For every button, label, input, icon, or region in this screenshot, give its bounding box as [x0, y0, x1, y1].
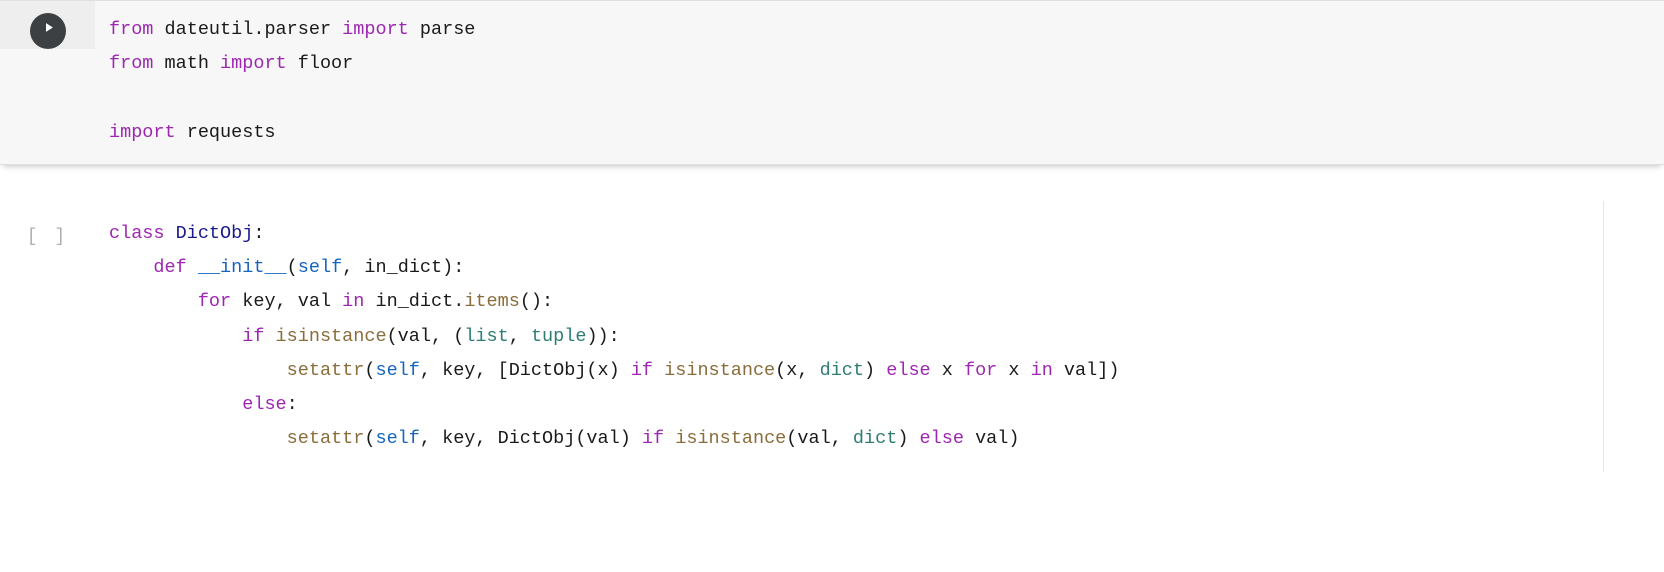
code-token: from	[109, 53, 165, 74]
code-token: :	[287, 394, 298, 415]
code-token: floor	[298, 53, 354, 74]
code-line: setattr(self, key, DictObj(val) if isins…	[109, 422, 1593, 456]
code-line	[109, 81, 1654, 115]
code-token: parser	[264, 19, 342, 40]
code-cell: [ ] class DictObj: def __init__(self, in…	[0, 201, 1664, 473]
code-token: for	[964, 360, 1008, 381]
code-token: )):	[586, 326, 619, 347]
cell-gutter	[0, 1, 95, 49]
code-token: else	[920, 428, 976, 449]
code-token: ,	[509, 326, 531, 347]
code-token: isinstance	[664, 360, 775, 381]
run-cell-button[interactable]	[30, 13, 66, 49]
code-token: from	[109, 19, 165, 40]
code-token: items	[464, 291, 520, 312]
code-line: import requests	[109, 116, 1654, 150]
code-token: (x,	[775, 360, 819, 381]
code-token: setattr	[287, 428, 365, 449]
code-token: :	[253, 223, 264, 244]
code-token: requests	[187, 122, 276, 143]
code-line: setattr(self, key, [DictObj(x) if isinst…	[109, 354, 1593, 388]
code-token: .	[253, 19, 264, 40]
code-line: else:	[109, 388, 1593, 422]
code-token: , key, DictObj(val)	[420, 428, 642, 449]
code-token: dict	[820, 360, 864, 381]
code-token: setattr	[287, 360, 365, 381]
execution-prompt: [ ]	[27, 213, 68, 254]
code-token: )	[897, 428, 919, 449]
code-token: ():	[520, 291, 553, 312]
code-token: self	[375, 428, 419, 449]
code-token: x	[1008, 360, 1030, 381]
code-token: DictObj	[176, 223, 254, 244]
cell-spacer	[0, 165, 1664, 201]
code-token: in	[342, 291, 375, 312]
notebook: from dateutil.parser import parsefrom ma…	[0, 0, 1664, 472]
code-token	[109, 326, 242, 347]
code-token: list	[464, 326, 508, 347]
code-token: dateutil	[165, 19, 254, 40]
code-token: , in_dict):	[342, 257, 464, 278]
code-token: isinstance	[675, 428, 786, 449]
code-editor[interactable]: from dateutil.parser import parsefrom ma…	[95, 1, 1664, 164]
code-line: from dateutil.parser import parse	[109, 13, 1654, 47]
code-token: (val,	[786, 428, 853, 449]
code-cell: from dateutil.parser import parsefrom ma…	[0, 0, 1664, 165]
code-line: if isinstance(val, (list, tuple)):	[109, 320, 1593, 354]
code-token: )	[864, 360, 886, 381]
code-token: tuple	[531, 326, 587, 347]
code-token	[109, 257, 153, 278]
code-token: if	[242, 326, 275, 347]
code-token: parse	[420, 19, 476, 40]
code-token: for	[198, 291, 242, 312]
code-line: for key, val in in_dict.items():	[109, 285, 1593, 319]
code-line: class DictObj:	[109, 217, 1593, 251]
cell-gutter: [ ]	[0, 201, 95, 254]
code-token: .	[453, 291, 464, 312]
code-token: class	[109, 223, 176, 244]
code-token: key, val	[242, 291, 342, 312]
code-token: isinstance	[276, 326, 387, 347]
code-token: (	[364, 428, 375, 449]
code-token: (	[364, 360, 375, 381]
code-line: from math import floor	[109, 47, 1654, 81]
code-token: def	[153, 257, 197, 278]
code-token: val)	[975, 428, 1019, 449]
code-token: self	[298, 257, 342, 278]
code-token: x	[942, 360, 964, 381]
code-token: __init__	[198, 257, 287, 278]
code-token: import	[220, 53, 298, 74]
code-token: import	[342, 19, 420, 40]
code-token: (val, (	[387, 326, 465, 347]
code-token: in	[1031, 360, 1064, 381]
code-token: val])	[1064, 360, 1120, 381]
code-token: in_dict	[375, 291, 453, 312]
code-token: , key, [DictObj(x)	[420, 360, 631, 381]
code-token	[109, 291, 198, 312]
code-token	[109, 360, 287, 381]
code-line: def __init__(self, in_dict):	[109, 251, 1593, 285]
code-token: else	[886, 360, 942, 381]
code-editor[interactable]: class DictObj: def __init__(self, in_dic…	[95, 201, 1604, 473]
code-token: if	[631, 360, 664, 381]
play-icon	[39, 14, 56, 48]
code-token	[109, 394, 242, 415]
code-token	[109, 428, 287, 449]
code-token: dict	[853, 428, 897, 449]
code-token: self	[375, 360, 419, 381]
code-token: (	[287, 257, 298, 278]
code-token: if	[642, 428, 675, 449]
code-token: else	[242, 394, 286, 415]
code-token: math	[165, 53, 221, 74]
code-token: import	[109, 122, 187, 143]
